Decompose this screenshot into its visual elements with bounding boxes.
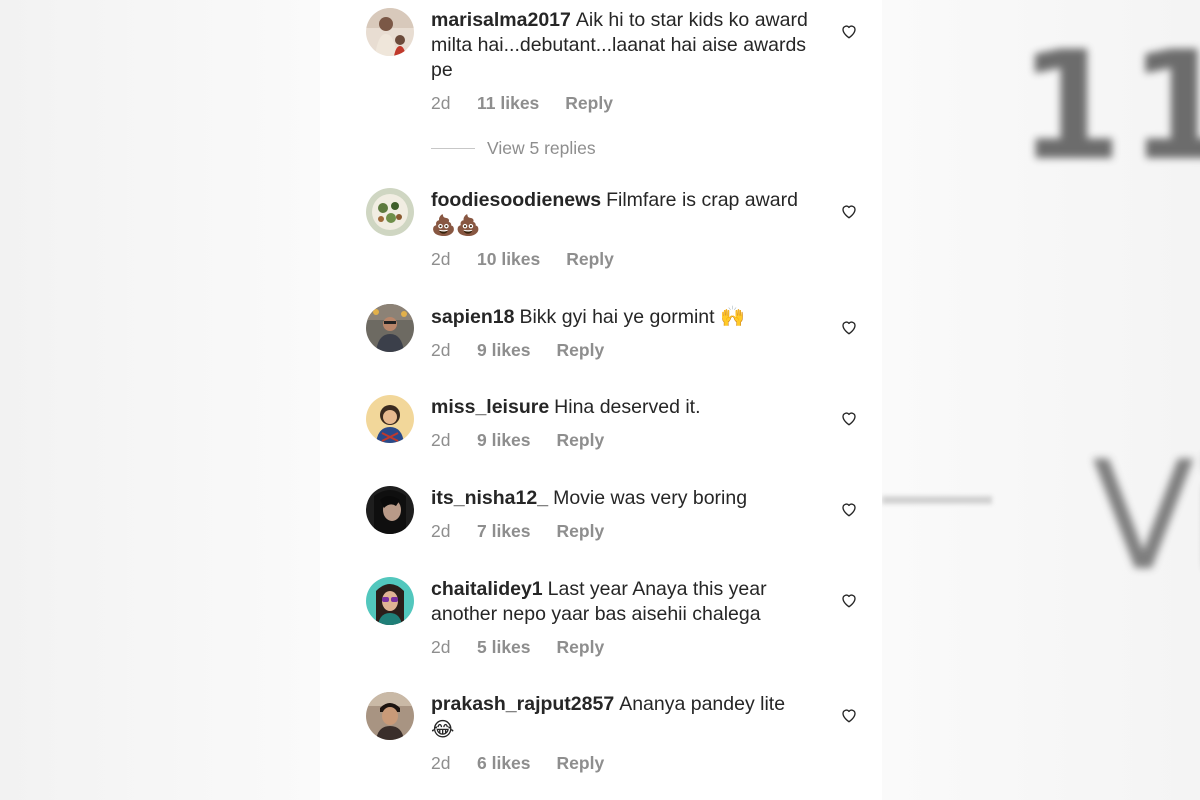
comment-likes[interactable]: 6 likes xyxy=(477,753,531,774)
comment-username[interactable]: chaitalidey1 xyxy=(431,578,543,600)
comment-text-line: miss_leisure Hina deserved it. xyxy=(431,395,826,420)
comment-username[interactable]: miss_leisure xyxy=(431,396,549,418)
comment-likes[interactable]: 5 likes xyxy=(477,637,531,658)
comment-time: 2d xyxy=(431,753,451,773)
reply-button[interactable]: Reply xyxy=(557,340,605,360)
heart-outline-icon[interactable] xyxy=(840,500,858,518)
view-replies-line xyxy=(431,148,475,149)
view-replies-button[interactable]: View 5 replies xyxy=(431,138,596,159)
comment-time: 2d xyxy=(431,249,451,269)
view-replies-label: View 5 replies xyxy=(487,138,596,158)
heart-outline-icon[interactable] xyxy=(840,318,858,336)
comment-meta: 2d 10 likes Reply xyxy=(431,249,826,270)
comment-body: marisalma2017 Aik hi to star kids ko awar… xyxy=(431,8,826,114)
avatar[interactable] xyxy=(366,486,414,534)
reply-button[interactable]: Reply xyxy=(557,521,605,541)
heart-outline-icon[interactable] xyxy=(840,591,858,609)
comment-time: 2d xyxy=(431,430,451,450)
heart-outline-icon[interactable] xyxy=(840,22,858,40)
avatar[interactable] xyxy=(366,8,414,56)
heart-outline-icon[interactable] xyxy=(840,409,858,427)
comment-time: 2d xyxy=(431,340,451,360)
comment-meta: 2d 9 likes Reply xyxy=(431,430,826,451)
comment-text-line: sapien18 Bikk gyi hai ye gormint 🙌 xyxy=(431,304,826,330)
avatar[interactable] xyxy=(366,304,414,352)
comment-body: sapien18 Bikk gyi hai ye gormint 🙌 2d 9 li… xyxy=(431,304,826,361)
blurred-number: 11 xyxy=(1018,20,1200,194)
comment-likes[interactable]: 10 likes xyxy=(477,249,540,270)
blurred-rule xyxy=(882,496,992,504)
reply-button[interactable]: Reply xyxy=(557,430,605,450)
avatar[interactable] xyxy=(366,692,414,740)
comment-likes[interactable]: 7 likes xyxy=(477,521,531,542)
comment-body: miss_leisure Hina deserved it. 2d 9 likes R… xyxy=(431,395,826,451)
comment-body: foodiesoodienews Filmfare is crap award 💩💩… xyxy=(431,188,826,270)
screenshot: 11 Vi marisalma2017Aik hi to star kids k… xyxy=(0,0,1200,800)
avatar[interactable] xyxy=(366,188,414,236)
reply-button[interactable]: Reply xyxy=(566,249,614,269)
comment-username[interactable]: marisalma2017 xyxy=(431,9,571,31)
heart-outline-icon[interactable] xyxy=(840,202,858,220)
comment-text: Hina deserved it. xyxy=(554,396,701,418)
avatar[interactable] xyxy=(366,395,414,443)
comments-panel: marisalma2017 Aik hi to star kids ko awar… xyxy=(320,0,882,800)
comment-meta: 2d 11 likes Reply xyxy=(431,93,826,114)
left-background xyxy=(0,0,320,800)
comment-meta: 2d 6 likes Reply xyxy=(431,753,826,774)
comment-username[interactable]: its_nisha12_ xyxy=(431,487,548,509)
comment-username[interactable]: prakash_rajput2857 xyxy=(431,693,614,715)
comment-username[interactable]: sapien18 xyxy=(431,306,514,328)
comment-time: 2d xyxy=(431,637,451,657)
right-background: 11 Vi xyxy=(882,0,1200,800)
comment-text: Filmfare is crap award xyxy=(606,189,798,211)
comment-text: Bikk gyi hai ye gormint xyxy=(519,306,715,328)
comment-meta: 2d 5 likes Reply xyxy=(431,637,826,658)
reply-button[interactable]: Reply xyxy=(557,637,605,657)
comment-meta: 2d 7 likes Reply xyxy=(431,521,826,542)
laughing-emoji: 😂 xyxy=(431,717,455,741)
comment-text-line: prakash_rajput2857 Ananya pandey lite 😂 xyxy=(431,692,826,743)
comment-body: prakash_rajput2857 Ananya pandey lite 😂 2d… xyxy=(431,692,826,774)
poop-emoji: 💩💩 xyxy=(431,213,481,237)
comment-body: its_nisha12_ Movie was very boring 2d 7 li… xyxy=(431,486,826,542)
comment-text-line: its_nisha12_ Movie was very boring xyxy=(431,486,826,511)
comment-body: chaitalidey1 Last year Anaya this year an… xyxy=(431,577,826,658)
avatar[interactable] xyxy=(366,577,414,625)
raised-hands-emoji: 🙌 xyxy=(719,304,745,328)
comment-likes[interactable]: 9 likes xyxy=(477,340,531,361)
comment-text-line: marisalma2017 Aik hi to star kids ko awar… xyxy=(431,8,826,83)
comment-likes[interactable]: 9 likes xyxy=(477,430,531,451)
reply-button[interactable]: Reply xyxy=(557,753,605,773)
comment-text-line: chaitalidey1 Last year Anaya this year an… xyxy=(431,577,826,627)
comment-username[interactable]: foodiesoodienews xyxy=(431,189,601,211)
comment-text: Ananya pandey lite xyxy=(619,693,786,715)
comment-meta: 2d 9 likes Reply xyxy=(431,340,826,361)
heart-outline-icon[interactable] xyxy=(840,706,858,724)
comment-likes[interactable]: 11 likes xyxy=(477,93,539,114)
comment-time: 2d xyxy=(431,93,451,113)
blurred-text: Vi xyxy=(1092,430,1200,604)
comment-text-line: foodiesoodienews Filmfare is crap award 💩💩 xyxy=(431,188,826,239)
comment-time: 2d xyxy=(431,521,451,541)
comment-text: Movie was very boring xyxy=(553,487,748,509)
reply-button[interactable]: Reply xyxy=(565,93,613,113)
